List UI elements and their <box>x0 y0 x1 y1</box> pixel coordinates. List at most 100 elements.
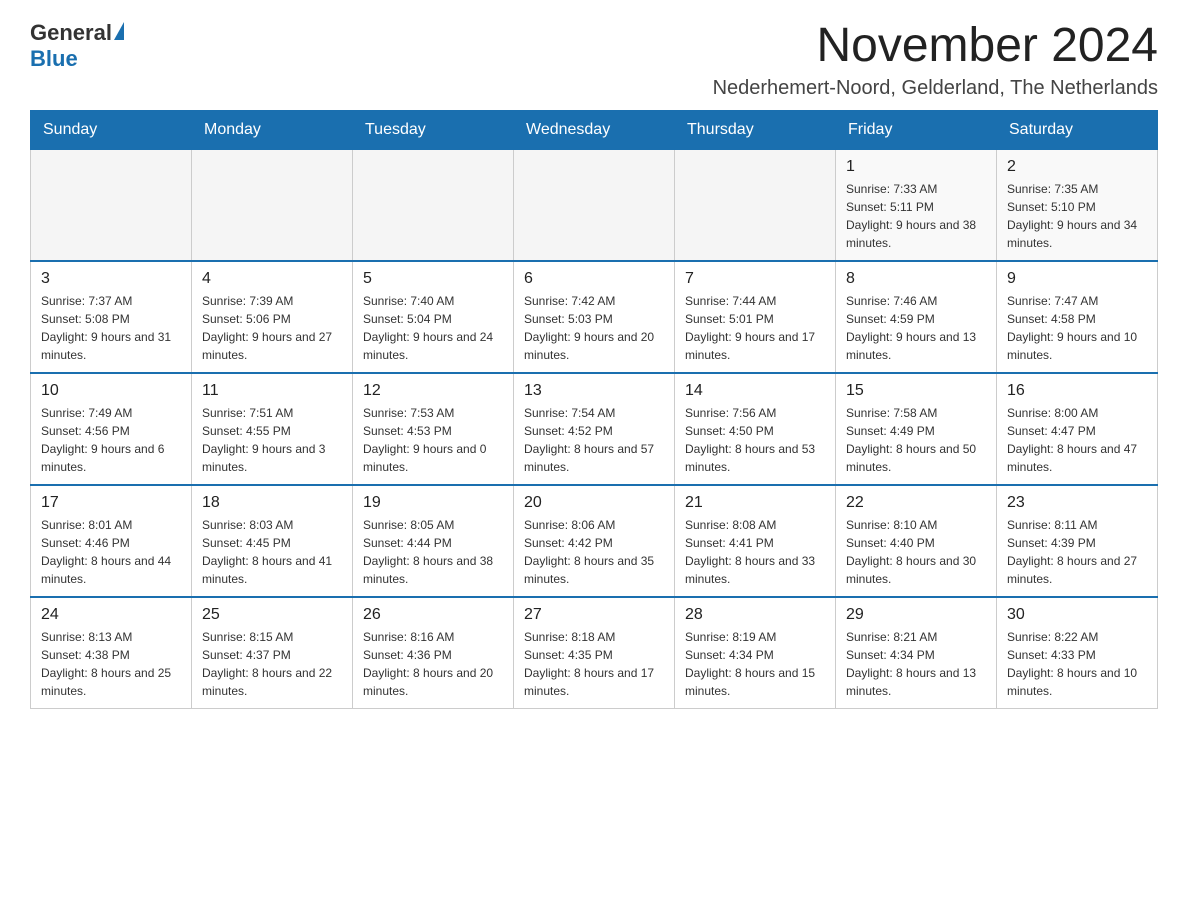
calendar-cell: 8 Sunrise: 7:46 AMSunset: 4:59 PMDaylight… <box>836 261 997 373</box>
calendar-cell: 5 Sunrise: 7:40 AMSunset: 5:04 PMDaylight… <box>353 261 514 373</box>
logo-triangle-icon <box>114 22 124 40</box>
day-number: 30 <box>1007 606 1147 624</box>
calendar-cell: 4Sunrise: 7:39 AMSunset: 5:06 PMDaylight… <box>192 261 353 373</box>
calendar-cell: 10 Sunrise: 7:49 AMSunset: 4:56 PMDayligh… <box>31 373 192 485</box>
calendar-cell: 19 Sunrise: 8:05 AMSunset: 4:44 PMDayligh… <box>353 485 514 597</box>
week-row-4: 17 Sunrise: 8:01 AMSunset: 4:46 PMDayligh… <box>31 485 1158 597</box>
day-number: 12 <box>363 382 503 400</box>
week-row-5: 24 Sunrise: 8:13 AMSunset: 4:38 PMDayligh… <box>31 597 1158 709</box>
weekday-header-monday: Monday <box>192 110 353 149</box>
location-subtitle: Nederhemert-Noord, Gelderland, The Nethe… <box>713 77 1158 100</box>
calendar-cell: 21 Sunrise: 8:08 AMSunset: 4:41 PMDayligh… <box>675 485 836 597</box>
calendar-cell: 29 Sunrise: 8:21 AMSunset: 4:34 PMDayligh… <box>836 597 997 709</box>
day-number: 10 <box>41 382 181 400</box>
calendar-cell <box>353 149 514 261</box>
day-info: Sunrise: 7:58 AMSunset: 4:49 PMDaylight:… <box>846 404 986 476</box>
calendar-cell: 17 Sunrise: 8:01 AMSunset: 4:46 PMDayligh… <box>31 485 192 597</box>
calendar-cell: 26 Sunrise: 8:16 AMSunset: 4:36 PMDayligh… <box>353 597 514 709</box>
day-info: Sunrise: 7:40 AMSunset: 5:04 PMDaylight:… <box>363 292 503 364</box>
day-number: 16 <box>1007 382 1147 400</box>
day-info: Sunrise: 8:01 AMSunset: 4:46 PMDaylight:… <box>41 516 181 588</box>
day-number: 27 <box>524 606 664 624</box>
day-number: 21 <box>685 494 825 512</box>
calendar-cell <box>31 149 192 261</box>
day-info: Sunrise: 7:35 AMSunset: 5:10 PMDaylight:… <box>1007 180 1147 252</box>
day-info: Sunrise: 8:21 AMSunset: 4:34 PMDaylight:… <box>846 628 986 700</box>
calendar-cell: 27 Sunrise: 8:18 AMSunset: 4:35 PMDayligh… <box>514 597 675 709</box>
day-info: Sunrise: 8:16 AMSunset: 4:36 PMDaylight:… <box>363 628 503 700</box>
calendar-cell: 30 Sunrise: 8:22 AMSunset: 4:33 PMDayligh… <box>997 597 1158 709</box>
day-info: Sunrise: 7:42 AMSunset: 5:03 PMDaylight:… <box>524 292 664 364</box>
day-number: 25 <box>202 606 342 624</box>
day-info: Sunrise: 7:49 AMSunset: 4:56 PMDaylight:… <box>41 404 181 476</box>
day-info: Sunrise: 7:39 AMSunset: 5:06 PMDaylight:… <box>202 292 342 364</box>
calendar-cell: 9 Sunrise: 7:47 AMSunset: 4:58 PMDaylight… <box>997 261 1158 373</box>
calendar-cell <box>675 149 836 261</box>
day-number: 13 <box>524 382 664 400</box>
day-info: Sunrise: 7:33 AMSunset: 5:11 PMDaylight:… <box>846 180 986 252</box>
calendar-cell: 11Sunrise: 7:51 AMSunset: 4:55 PMDayligh… <box>192 373 353 485</box>
day-info: Sunrise: 8:05 AMSunset: 4:44 PMDaylight:… <box>363 516 503 588</box>
calendar-cell: 1 Sunrise: 7:33 AMSunset: 5:11 PMDaylight… <box>836 149 997 261</box>
day-info: Sunrise: 8:11 AMSunset: 4:39 PMDaylight:… <box>1007 516 1147 588</box>
day-info: Sunrise: 8:08 AMSunset: 4:41 PMDaylight:… <box>685 516 825 588</box>
day-number: 6 <box>524 270 664 288</box>
calendar-table: SundayMondayTuesdayWednesdayThursdayFrid… <box>30 110 1158 709</box>
day-info: Sunrise: 7:53 AMSunset: 4:53 PMDaylight:… <box>363 404 503 476</box>
calendar-cell: 22 Sunrise: 8:10 AMSunset: 4:40 PMDayligh… <box>836 485 997 597</box>
day-info: Sunrise: 8:19 AMSunset: 4:34 PMDaylight:… <box>685 628 825 700</box>
day-info: Sunrise: 8:10 AMSunset: 4:40 PMDaylight:… <box>846 516 986 588</box>
day-number: 8 <box>846 270 986 288</box>
calendar-cell: 24 Sunrise: 8:13 AMSunset: 4:38 PMDayligh… <box>31 597 192 709</box>
weekday-header-saturday: Saturday <box>997 110 1158 149</box>
day-info: Sunrise: 8:22 AMSunset: 4:33 PMDaylight:… <box>1007 628 1147 700</box>
weekday-header-row: SundayMondayTuesdayWednesdayThursdayFrid… <box>31 110 1158 149</box>
day-number: 3 <box>41 270 181 288</box>
calendar-cell: 3 Sunrise: 7:37 AMSunset: 5:08 PMDaylight… <box>31 261 192 373</box>
day-info: Sunrise: 8:13 AMSunset: 4:38 PMDaylight:… <box>41 628 181 700</box>
day-number: 29 <box>846 606 986 624</box>
day-info: Sunrise: 7:37 AMSunset: 5:08 PMDaylight:… <box>41 292 181 364</box>
calendar-cell: 23Sunrise: 8:11 AMSunset: 4:39 PMDayligh… <box>997 485 1158 597</box>
logo: General Blue <box>30 20 124 72</box>
day-info: Sunrise: 7:47 AMSunset: 4:58 PMDaylight:… <box>1007 292 1147 364</box>
day-number: 7 <box>685 270 825 288</box>
calendar-cell: 2 Sunrise: 7:35 AMSunset: 5:10 PMDaylight… <box>997 149 1158 261</box>
day-number: 20 <box>524 494 664 512</box>
weekday-header-thursday: Thursday <box>675 110 836 149</box>
logo-general: General <box>30 20 112 46</box>
calendar-cell: 14Sunrise: 7:56 AMSunset: 4:50 PMDayligh… <box>675 373 836 485</box>
day-info: Sunrise: 7:51 AMSunset: 4:55 PMDaylight:… <box>202 404 342 476</box>
day-number: 5 <box>363 270 503 288</box>
week-row-3: 10 Sunrise: 7:49 AMSunset: 4:56 PMDayligh… <box>31 373 1158 485</box>
day-number: 1 <box>846 158 986 176</box>
day-number: 24 <box>41 606 181 624</box>
week-row-1: 1 Sunrise: 7:33 AMSunset: 5:11 PMDaylight… <box>31 149 1158 261</box>
calendar-cell: 18Sunrise: 8:03 AMSunset: 4:45 PMDayligh… <box>192 485 353 597</box>
weekday-header-sunday: Sunday <box>31 110 192 149</box>
calendar-cell: 13Sunrise: 7:54 AMSunset: 4:52 PMDayligh… <box>514 373 675 485</box>
weekday-header-tuesday: Tuesday <box>353 110 514 149</box>
day-number: 15 <box>846 382 986 400</box>
calendar-cell: 25 Sunrise: 8:15 AMSunset: 4:37 PMDayligh… <box>192 597 353 709</box>
day-number: 2 <box>1007 158 1147 176</box>
calendar-cell: 15 Sunrise: 7:58 AMSunset: 4:49 PMDayligh… <box>836 373 997 485</box>
calendar-cell: 16Sunrise: 8:00 AMSunset: 4:47 PMDayligh… <box>997 373 1158 485</box>
calendar-cell <box>192 149 353 261</box>
day-number: 9 <box>1007 270 1147 288</box>
day-info: Sunrise: 8:18 AMSunset: 4:35 PMDaylight:… <box>524 628 664 700</box>
day-info: Sunrise: 7:46 AMSunset: 4:59 PMDaylight:… <box>846 292 986 364</box>
day-info: Sunrise: 8:03 AMSunset: 4:45 PMDaylight:… <box>202 516 342 588</box>
day-info: Sunrise: 7:44 AMSunset: 5:01 PMDaylight:… <box>685 292 825 364</box>
logo-blue: Blue <box>30 46 78 72</box>
calendar-cell <box>514 149 675 261</box>
day-number: 19 <box>363 494 503 512</box>
day-info: Sunrise: 8:15 AMSunset: 4:37 PMDaylight:… <box>202 628 342 700</box>
page-header: General Blue November 2024 Nederhemert-N… <box>30 20 1158 100</box>
day-info: Sunrise: 8:06 AMSunset: 4:42 PMDaylight:… <box>524 516 664 588</box>
day-number: 22 <box>846 494 986 512</box>
day-info: Sunrise: 7:56 AMSunset: 4:50 PMDaylight:… <box>685 404 825 476</box>
day-number: 17 <box>41 494 181 512</box>
day-number: 26 <box>363 606 503 624</box>
calendar-cell: 6 Sunrise: 7:42 AMSunset: 5:03 PMDaylight… <box>514 261 675 373</box>
